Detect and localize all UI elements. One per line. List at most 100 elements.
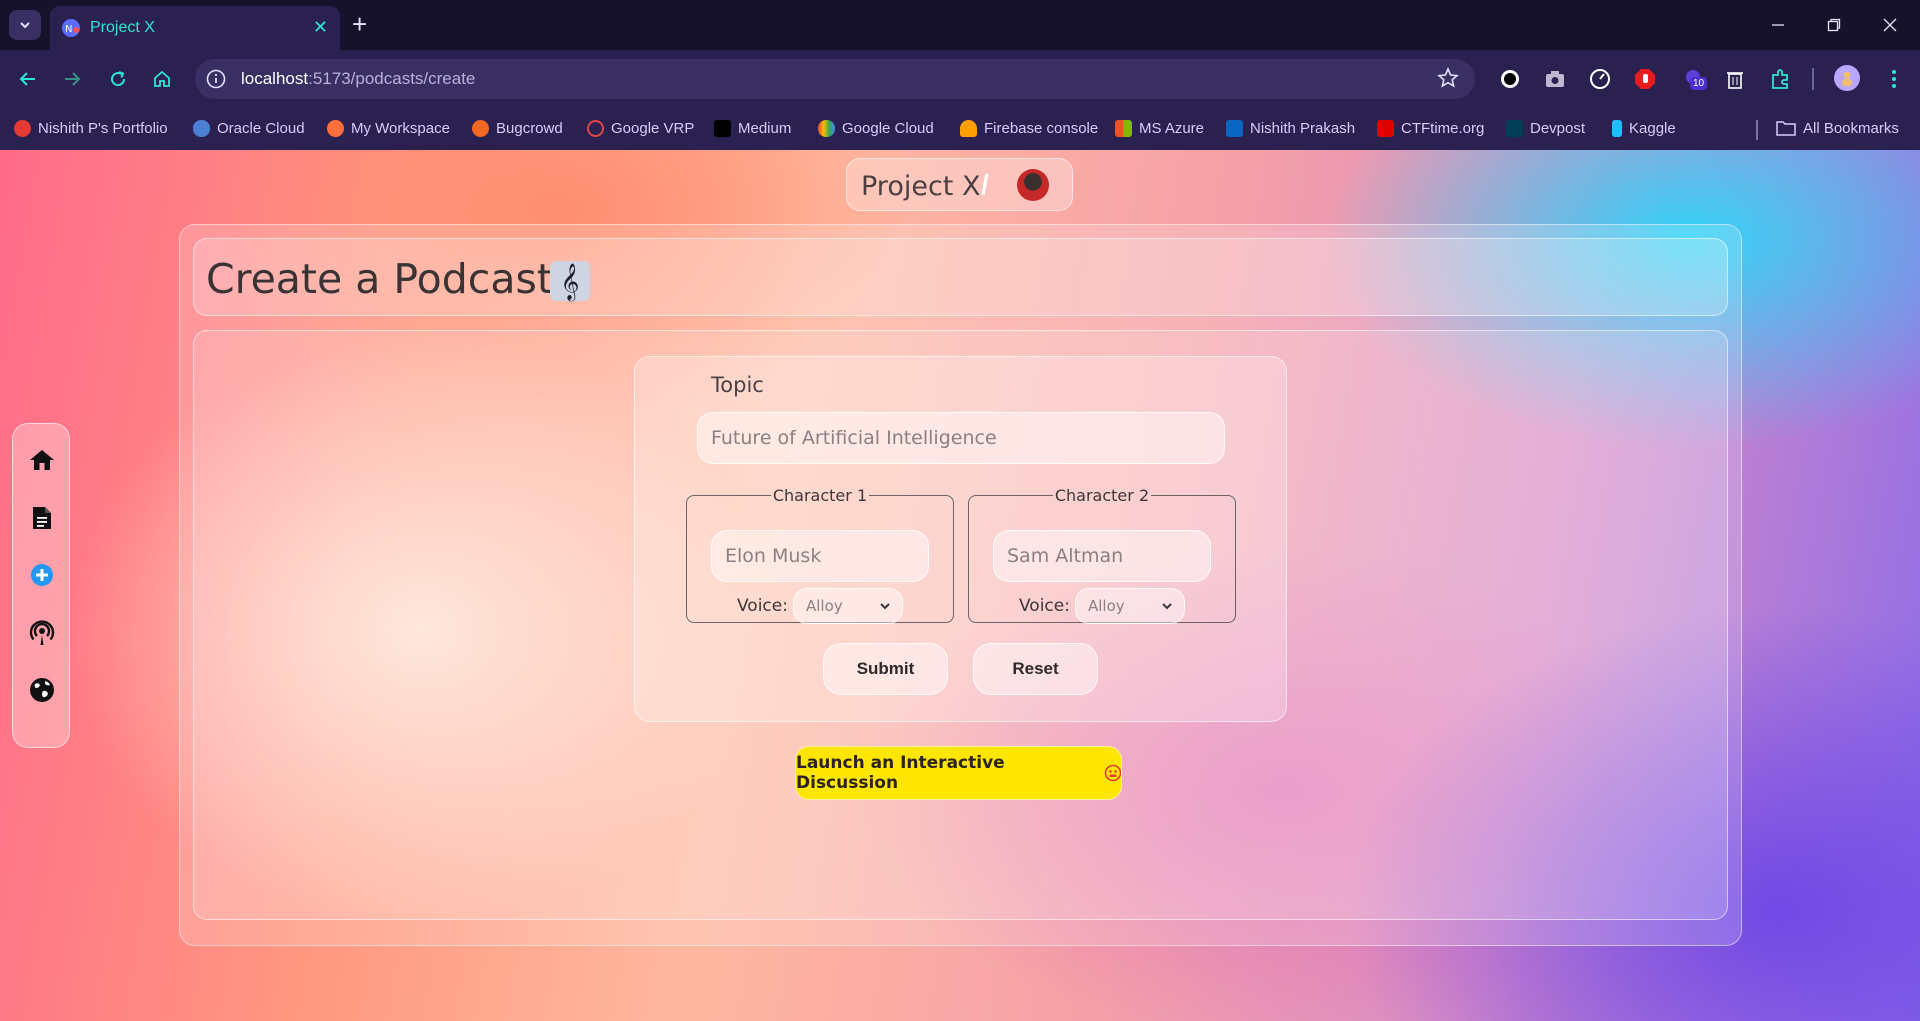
bookmark-1[interactable]: Oracle Cloud	[193, 116, 305, 140]
bookmark-10[interactable]: CTFtime.org	[1377, 116, 1484, 140]
character-2-name-input[interactable]	[993, 530, 1211, 582]
sidebar-item-explore[interactable]	[29, 677, 55, 703]
robot-face-icon	[1104, 764, 1121, 782]
bookmark-star-icon[interactable]	[1437, 67, 1459, 89]
character-2-voice-select[interactable]: Alloy	[1075, 588, 1185, 624]
reload-icon	[111, 71, 126, 87]
character-2-voice-value: Alloy	[1088, 597, 1125, 615]
launch-discussion-button[interactable]: Launch an Interactive Discussion	[795, 746, 1122, 800]
bookmark-label: Bugcrowd	[496, 119, 563, 137]
character-2-legend: Character 2	[1054, 486, 1150, 505]
app-brand-badge: Project X /	[846, 158, 1073, 211]
url-text[interactable]: localhost:5173/podcasts/create	[241, 69, 475, 89]
bookmark-label: Nishith P's Portfolio	[38, 119, 168, 137]
sidebar-item-home[interactable]	[29, 447, 55, 473]
character-1-group: Character 1 Voice: Alloy	[686, 486, 954, 624]
browser-toolbar: localhost:5173/podcasts/create 10	[0, 50, 1920, 108]
bookmarks-bar: Nishith P's Portfolio Oracle Cloud My Wo…	[0, 108, 1920, 150]
new-tab-button[interactable]: +	[352, 11, 367, 37]
extensions-puzzle-icon[interactable]	[1769, 67, 1793, 91]
bookmark-favicon-icon	[14, 119, 31, 137]
brand-name[interactable]: Project X	[861, 171, 980, 202]
main-panel: Create a Podcast 𝄞 Topic Character 1 Voi…	[179, 224, 1742, 946]
speed-extension-icon[interactable]	[1588, 67, 1612, 91]
character-1-name-input[interactable]	[711, 530, 929, 582]
app-page: Project X / Create a Podcast 𝄞 Topic Cha…	[0, 150, 1920, 1021]
bookmark-label: CTFtime.org	[1401, 119, 1485, 137]
bookmark-11[interactable]: Devpost	[1506, 116, 1585, 140]
bookmark-label: Oracle Cloud	[217, 119, 305, 137]
site-info-icon[interactable]	[205, 68, 227, 90]
home-button[interactable]	[147, 64, 177, 94]
page-title: Create a Podcast	[206, 255, 553, 303]
sidebar-item-documents[interactable]	[29, 505, 55, 531]
bookmark-4[interactable]: Google VRP	[587, 116, 694, 140]
bookmark-5[interactable]: Medium	[714, 116, 791, 140]
sidebar-nav	[12, 423, 70, 748]
forward-button[interactable]	[57, 64, 87, 94]
close-window-button[interactable]	[1862, 0, 1918, 50]
topic-label: Topic	[711, 373, 764, 397]
bookmark-7[interactable]: Firebase console	[960, 116, 1098, 140]
all-bookmarks-button[interactable]: All Bookmarks	[1776, 116, 1899, 140]
profile-avatar[interactable]	[1834, 65, 1860, 91]
bookmark-3[interactable]: Bugcrowd	[472, 116, 563, 140]
podcast-form: Topic Character 1 Voice: Alloy Character…	[634, 356, 1287, 722]
bookmark-label: Kaggle	[1629, 119, 1676, 137]
bookmark-2[interactable]: My Workspace	[327, 116, 450, 140]
user-avatar[interactable]	[1017, 169, 1049, 201]
tab-close-icon[interactable]: ✕	[313, 17, 328, 37]
cloud-icon	[193, 119, 210, 137]
tab-title: Project X	[90, 19, 155, 36]
submit-button[interactable]: Submit	[823, 643, 948, 695]
brand-separator: /	[981, 169, 989, 200]
address-bar[interactable]: localhost:5173/podcasts/create	[195, 59, 1475, 99]
bugcrowd-icon	[472, 119, 489, 137]
bookmark-0[interactable]: Nishith P's Portfolio	[14, 116, 168, 140]
character-1-voice-select[interactable]: Alloy	[793, 588, 903, 624]
extension-badge: 10	[1690, 77, 1708, 90]
medium-icon	[714, 119, 731, 137]
minimize-button[interactable]	[1750, 0, 1806, 50]
tab-search-button[interactable]	[9, 10, 41, 40]
arrow-left-icon	[19, 72, 35, 86]
trash-extension-icon[interactable]	[1723, 67, 1747, 91]
document-icon	[33, 507, 51, 529]
restore-icon	[1827, 18, 1841, 32]
browser-menu-button[interactable]	[1882, 67, 1906, 91]
active-tab[interactable]: N Project X ✕	[50, 6, 340, 50]
reload-button[interactable]	[103, 64, 133, 94]
bookmark-9[interactable]: Nishith Prakash	[1226, 116, 1355, 140]
all-bookmarks-label: All Bookmarks	[1803, 119, 1899, 137]
folder-icon	[1776, 121, 1796, 136]
launch-discussion-label: Launch an Interactive Discussion	[796, 753, 1005, 793]
treble-clef-icon: 𝄞	[550, 261, 590, 301]
page-header: Create a Podcast 𝄞	[193, 238, 1728, 316]
url-path: :5173/podcasts/create	[308, 69, 476, 88]
home-icon	[30, 450, 54, 470]
bookmark-6[interactable]: Google Cloud	[818, 116, 934, 140]
kaggle-icon	[1612, 119, 1622, 137]
toolbar-divider	[1812, 68, 1814, 90]
ctftime-icon	[1377, 119, 1394, 137]
topic-input[interactable]	[697, 412, 1225, 464]
google-cloud-icon	[818, 119, 835, 137]
sidebar-item-podcasts[interactable]	[29, 620, 55, 646]
camera-extension-icon[interactable]	[1543, 67, 1567, 91]
bookmark-8[interactable]: MS Azure	[1115, 116, 1204, 140]
adblock-extension-icon[interactable]	[1633, 67, 1657, 91]
podcast-icon	[29, 620, 55, 645]
badge-extension-icon[interactable]: 10	[1680, 67, 1710, 91]
extension-1-icon[interactable]	[1498, 67, 1522, 91]
bookmark-label: Firebase console	[984, 119, 1099, 137]
tab-strip: N Project X ✕ +	[0, 0, 1920, 50]
restore-button[interactable]	[1806, 0, 1862, 50]
character-1-voice-label: Voice:	[737, 596, 788, 616]
microsoft-icon	[1115, 119, 1132, 137]
reset-button[interactable]: Reset	[973, 643, 1098, 695]
google-vrp-icon	[587, 119, 604, 137]
back-button[interactable]	[13, 64, 43, 94]
sidebar-item-create[interactable]	[29, 562, 55, 588]
bookmark-label: Medium	[738, 119, 792, 137]
bookmark-12[interactable]: Kaggle	[1612, 116, 1676, 140]
